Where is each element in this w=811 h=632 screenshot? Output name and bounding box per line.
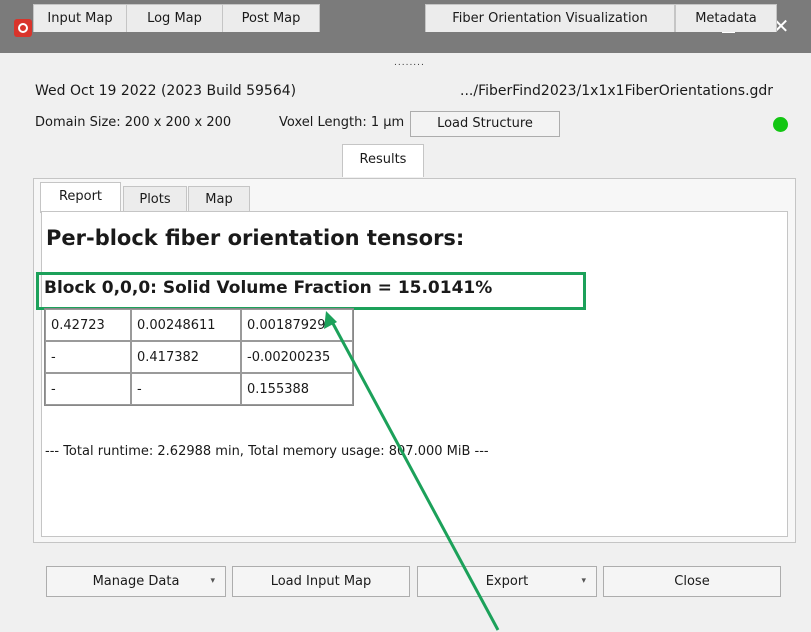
tab-log-map[interactable]: Log Map — [126, 4, 223, 32]
load-structure-button[interactable]: Load Structure — [410, 111, 560, 137]
subtab-report[interactable]: Report — [40, 182, 121, 213]
app-logo-icon — [14, 19, 32, 37]
runtime-summary: --- Total runtime: 2.62988 min, Total me… — [45, 444, 489, 459]
manage-data-label: Manage Data — [92, 574, 180, 589]
table-row: - - 0.155388 — [45, 373, 353, 405]
subtab-map[interactable]: Map — [188, 186, 250, 212]
close-button[interactable]: Close — [603, 566, 781, 597]
date-build-label: Wed Oct 19 2022 (2023 Build 59564) — [35, 83, 297, 99]
table-cell: 0.00187929 — [241, 309, 353, 341]
splitter-handle[interactable]: ........ — [394, 58, 425, 68]
report-heading: Per-block fiber orientation tensors: — [46, 226, 465, 250]
table-cell: -0.00200235 — [241, 341, 353, 373]
export-label: Export — [485, 574, 529, 589]
table-cell: 0.42723 — [45, 309, 131, 341]
tab-results[interactable]: Results — [342, 144, 424, 177]
tab-metadata[interactable]: Metadata — [675, 4, 777, 32]
highlight-box — [36, 272, 586, 310]
table-cell: - — [45, 373, 131, 405]
tab-fiber-orientation-visualization[interactable]: Fiber Orientation Visualization — [425, 4, 675, 32]
subtab-plots[interactable]: Plots — [123, 186, 187, 212]
status-indicator — [773, 117, 788, 132]
table-cell: 0.00248611 — [131, 309, 241, 341]
result-viewer-window: Result Viewer — ✕ ........ Wed Oct 19 20… — [0, 0, 811, 632]
table-cell: 0.417382 — [131, 341, 241, 373]
table-cell: 0.155388 — [241, 373, 353, 405]
table-row: - 0.417382 -0.00200235 — [45, 341, 353, 373]
chevron-down-icon: ▾ — [581, 576, 586, 586]
tensor-table: 0.42723 0.00248611 0.00187929 - 0.417382… — [44, 308, 354, 406]
load-input-map-button[interactable]: Load Input Map — [232, 566, 410, 597]
tab-input-map[interactable]: Input Map — [33, 4, 127, 32]
domain-size-label: Domain Size: 200 x 200 x 200 — [35, 115, 232, 130]
voxel-length-label: Voxel Length: 1 µm — [279, 115, 405, 130]
manage-data-button[interactable]: Manage Data ▾ — [46, 566, 226, 597]
table-cell: - — [45, 341, 131, 373]
tab-post-map[interactable]: Post Map — [222, 4, 320, 32]
file-path-label: .../FiberFind2023/1x1x1FiberOrientations… — [460, 83, 774, 99]
export-button[interactable]: Export ▾ — [417, 566, 597, 597]
table-cell: - — [131, 373, 241, 405]
table-row: 0.42723 0.00248611 0.00187929 — [45, 309, 353, 341]
chevron-down-icon: ▾ — [210, 576, 215, 586]
